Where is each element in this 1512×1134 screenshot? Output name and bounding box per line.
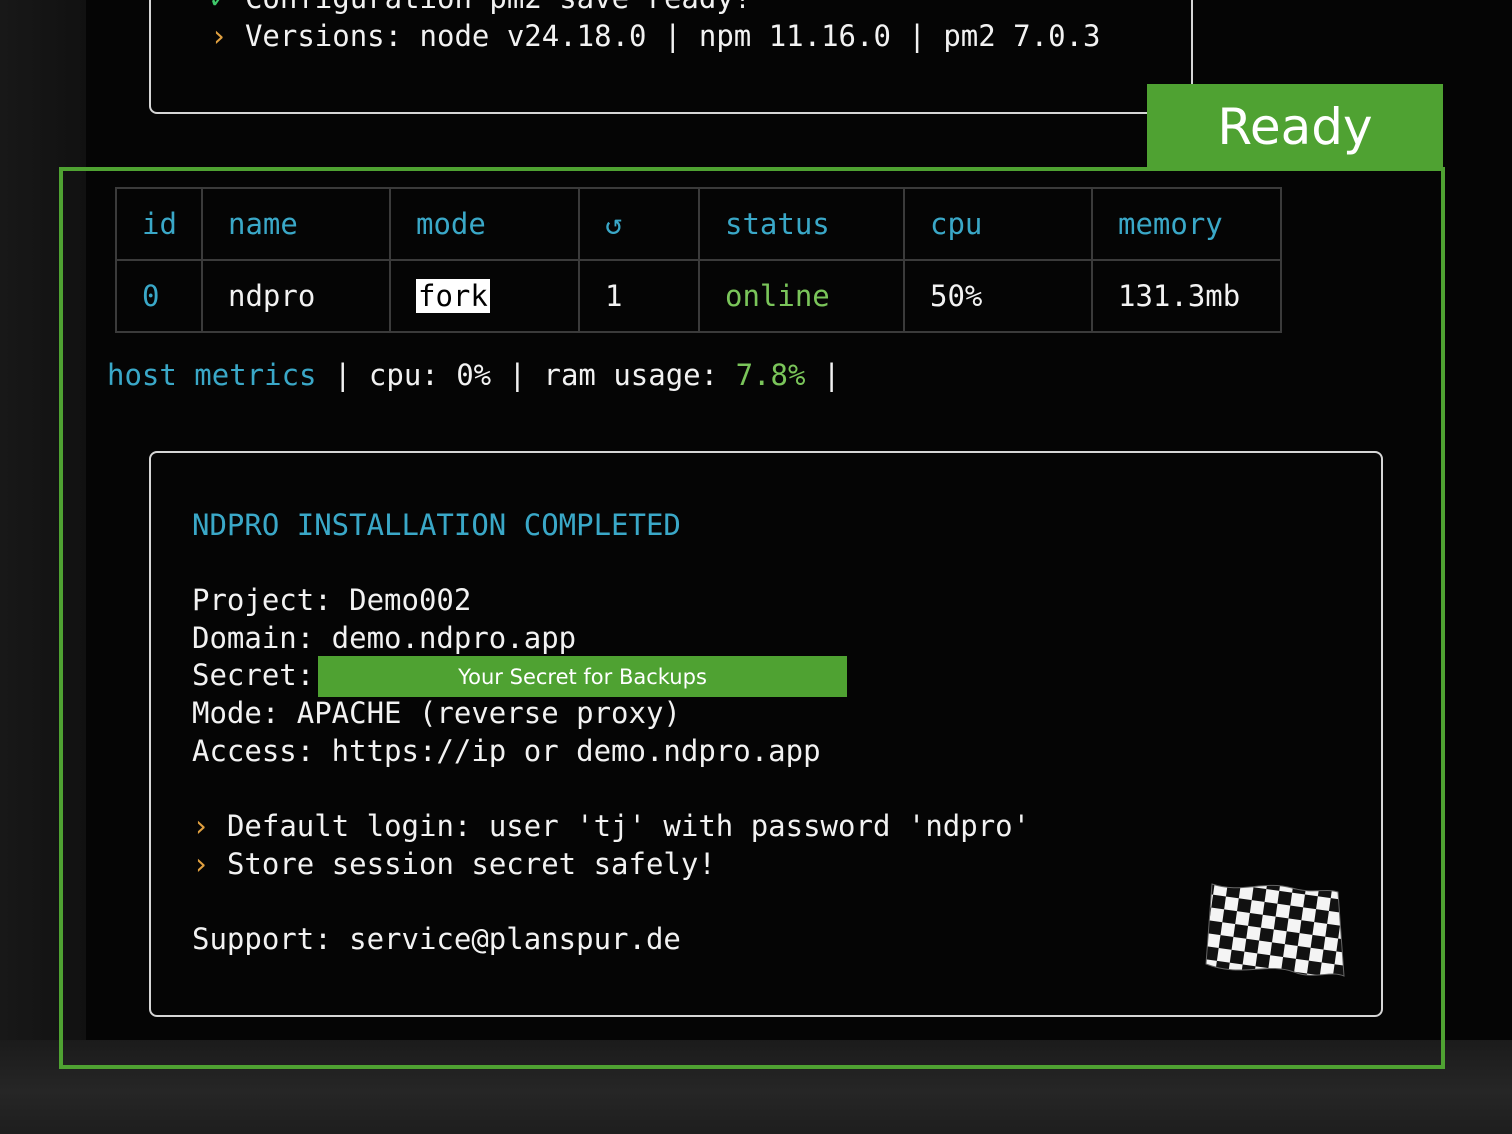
host-sep-ram: | ram usage: [491,358,736,392]
mode-line: Mode: APACHE (reverse proxy) [192,696,681,730]
cell-cpu: 50% [903,259,1093,333]
process-table: id name mode ↺ status cpu memory 0 ndpro… [115,187,1282,333]
support-line: Support: service@planspur.de [192,922,681,956]
table-row: 0 ndpro fork 1 online 50% 131.3mb [115,259,1282,333]
host-cpu-value: 0% [456,358,492,392]
host-metrics-line: host metrics | cpu: 0% | ram usage: 7.8%… [107,358,840,392]
versions-text: Versions: node v24.18.0 | npm 11.16.0 | … [244,19,1101,53]
cell-id: 0 [115,259,203,333]
col-cpu: cpu [903,187,1093,261]
secret-label: Secret: [192,658,315,692]
mode-value: fork [416,279,490,313]
col-name: name [201,187,391,261]
config-line: ✓ Configuration pm2 save ready! [210,0,751,14]
host-sep-end: | [805,358,841,392]
previous-output-box [149,0,1193,114]
host-ram-value: 7.8% [735,358,806,392]
table-header-row: id name mode ↺ status cpu memory [115,187,1282,261]
access-line: Access: https://ip or demo.ndpro.app [192,734,821,768]
project-line: Project: Demo002 [192,583,472,617]
cell-status: online [698,259,905,333]
col-status: status [698,187,905,261]
secret-redaction-bar: Your Secret for Backups [318,656,847,697]
cell-restarts: 1 [578,259,700,333]
secret-note-text: Store session secret safely! [226,847,716,881]
secret-note: › Store session secret safely! [192,847,716,881]
completion-title: NDPRO INSTALLATION COMPLETED [192,508,681,542]
config-text: Configuration pm2 save ready! [245,0,751,14]
cell-memory: 131.3mb [1091,259,1282,333]
domain-line: Domain: demo.ndpro.app [192,621,577,655]
col-restarts: ↺ [578,187,700,261]
col-id: id [115,187,203,261]
login-note-text: Default login: user 'tj' with password '… [226,809,1031,843]
ready-badge: Ready [1147,84,1443,170]
col-mode: mode [389,187,580,261]
check-icon: ✓ [210,0,227,14]
versions-line: › Versions: node v24.18.0 | npm 11.16.0 … [210,19,1100,53]
cell-name: ndpro [201,259,391,333]
chevron-right-icon: › [210,19,228,53]
cell-mode: fork [389,259,580,333]
host-sep-cpu: | cpu: [316,358,457,392]
checkered-flag-icon [1205,883,1345,977]
col-memory: memory [1091,187,1282,261]
host-metrics-label: host metrics [107,358,317,392]
chevron-right-icon: › [192,809,210,843]
login-note: › Default login: user 'tj' with password… [192,809,1030,843]
chevron-right-icon: › [192,847,210,881]
